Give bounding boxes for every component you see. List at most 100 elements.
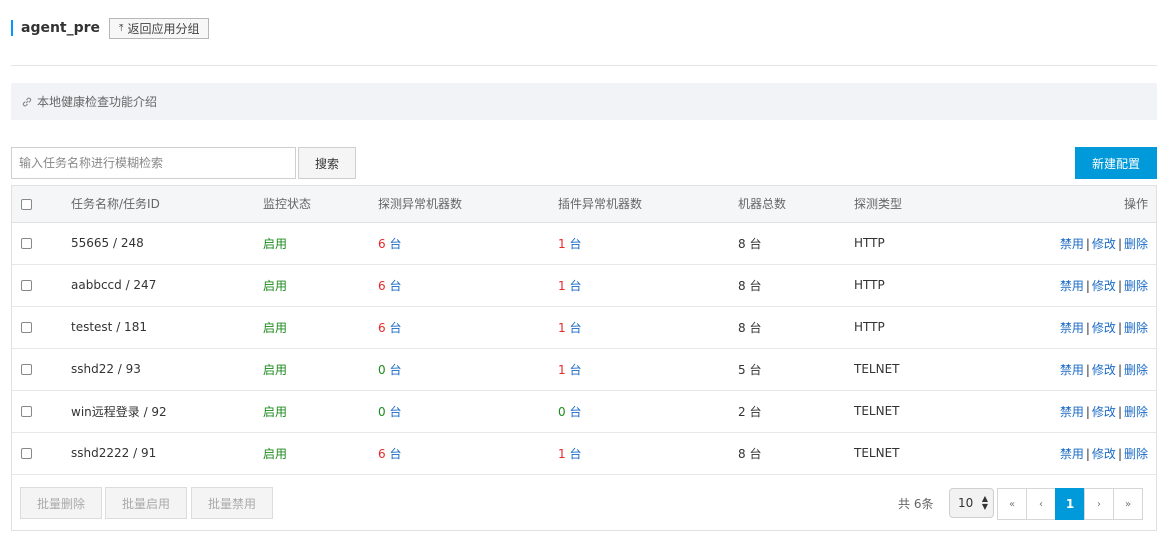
plugin-abnormal-unit-link[interactable]: 台 (569, 237, 581, 251)
delete-link[interactable]: 删除 (1124, 363, 1148, 377)
action-separator: | (1085, 446, 1090, 461)
row-checkbox[interactable] (21, 364, 32, 375)
row-checkbox[interactable] (21, 238, 32, 249)
delete-link[interactable]: 删除 (1124, 237, 1148, 251)
row-checkbox[interactable] (21, 322, 32, 333)
search-input[interactable] (11, 147, 296, 179)
row-checkbox[interactable] (21, 406, 32, 417)
probe-type: TELNET (854, 390, 984, 433)
delete-link[interactable]: 删除 (1124, 321, 1148, 335)
plugin-abnormal-unit-link[interactable]: 台 (569, 279, 581, 293)
bulk-enable-button[interactable]: 批量启用 (105, 487, 187, 519)
action-separator: | (1085, 278, 1090, 293)
col-header-status: 监控状态 (263, 186, 378, 223)
action-separator: | (1117, 320, 1122, 335)
action-separator: | (1085, 320, 1090, 335)
probe-type: TELNET (854, 348, 984, 391)
plugin-abnormal-unit-link[interactable]: 台 (569, 321, 581, 335)
monitor-status: 启用 (263, 306, 378, 349)
probe-abnormal-count: 6 (378, 278, 386, 293)
task-table: 任务名称/任务ID 监控状态 探测异常机器数 插件异常机器数 机器总数 探测类型… (12, 186, 1156, 475)
probe-type: HTTP (854, 264, 984, 307)
row-checkbox[interactable] (21, 280, 32, 291)
intro-link-text[interactable]: 本地健康检查功能介绍 (37, 93, 157, 110)
probe-abnormal-unit-link[interactable]: 台 (389, 279, 401, 293)
last-page-button[interactable]: » (1113, 488, 1143, 520)
monitor-status: 启用 (263, 432, 378, 475)
table-header-row: 任务名称/任务ID 监控状态 探测异常机器数 插件异常机器数 机器总数 探测类型… (12, 186, 1156, 223)
task-name-id: win远程登录 / 92 (71, 390, 263, 433)
back-to-group-button[interactable]: ⤒ 返回应用分组 (109, 17, 210, 39)
machine-total: 5 台 (738, 348, 854, 391)
disable-link[interactable]: 禁用 (1060, 405, 1084, 419)
probe-abnormal-cell: 6 台 (378, 306, 558, 349)
intro-banner[interactable]: 本地健康检查功能介绍 (11, 83, 1157, 120)
col-header-name: 任务名称/任务ID (71, 186, 263, 223)
disable-link[interactable]: 禁用 (1060, 279, 1084, 293)
disable-link[interactable]: 禁用 (1060, 363, 1084, 377)
up-arrow-icon: ⤒ (119, 22, 124, 34)
machine-total: 8 台 (738, 222, 854, 265)
delete-link[interactable]: 删除 (1124, 279, 1148, 293)
disable-link[interactable]: 禁用 (1060, 237, 1084, 251)
plugin-abnormal-unit-link[interactable]: 台 (569, 405, 581, 419)
task-name-id: sshd2222 / 91 (71, 432, 263, 475)
delete-link[interactable]: 删除 (1124, 405, 1148, 419)
plugin-abnormal-cell: 1 台 (558, 222, 738, 265)
link-icon (21, 96, 33, 108)
row-actions: 禁用 | 修改 | 删除 (984, 348, 1156, 391)
disable-link[interactable]: 禁用 (1060, 447, 1084, 461)
probe-abnormal-cell: 6 台 (378, 432, 558, 475)
edit-link[interactable]: 修改 (1092, 363, 1116, 377)
table-row: 55665 / 248 启用 6 台1 台8 台 HTTP 禁用 | 修改 | 删除 (12, 222, 1156, 265)
probe-abnormal-unit-link[interactable]: 台 (389, 363, 401, 377)
table-row: aabbccd / 247 启用 6 台1 台8 台 HTTP 禁用 | 修改 | 删除 (12, 264, 1156, 307)
current-page-button[interactable]: 1 (1055, 488, 1085, 520)
bulk-delete-button[interactable]: 批量删除 (20, 487, 102, 519)
probe-abnormal-unit-link[interactable]: 台 (389, 447, 401, 461)
probe-abnormal-unit-link[interactable]: 台 (389, 237, 401, 251)
edit-link[interactable]: 修改 (1092, 237, 1116, 251)
plugin-abnormal-count: 0 (558, 404, 566, 419)
plugin-abnormal-cell: 1 台 (558, 306, 738, 349)
disable-link[interactable]: 禁用 (1060, 321, 1084, 335)
new-config-button[interactable]: 新建配置 (1075, 147, 1157, 179)
page-title: agent_pre (21, 20, 101, 36)
probe-abnormal-unit-link[interactable]: 台 (389, 405, 401, 419)
probe-abnormal-count: 6 (378, 236, 386, 251)
first-page-button[interactable]: « (997, 488, 1027, 520)
plugin-abnormal-count: 1 (558, 362, 566, 377)
page-size-value: 10 (958, 496, 974, 510)
plugin-abnormal-cell: 1 台 (558, 348, 738, 391)
edit-link[interactable]: 修改 (1092, 405, 1116, 419)
col-header-type: 探测类型 (854, 186, 984, 223)
search-button[interactable]: 搜索 (298, 147, 356, 179)
col-header-plugin-abnormal: 插件异常机器数 (558, 186, 738, 223)
bulk-disable-button[interactable]: 批量禁用 (191, 487, 273, 519)
edit-link[interactable]: 修改 (1092, 279, 1116, 293)
edit-link[interactable]: 修改 (1092, 447, 1116, 461)
delete-link[interactable]: 删除 (1124, 447, 1148, 461)
table-footer: 批量删除 批量启用 批量禁用 共 6条 10 ▲ ▼ « ‹ 1 › » (12, 480, 1156, 530)
row-checkbox[interactable] (21, 448, 32, 459)
page-size-select[interactable]: 10 ▲ ▼ (949, 488, 994, 518)
probe-type: HTTP (854, 306, 984, 349)
action-separator: | (1085, 404, 1090, 419)
plugin-abnormal-unit-link[interactable]: 台 (569, 447, 581, 461)
probe-abnormal-count: 0 (378, 362, 386, 377)
probe-abnormal-cell: 6 台 (378, 264, 558, 307)
select-all-checkbox[interactable] (21, 198, 32, 210)
action-separator: | (1117, 236, 1122, 251)
col-header-actions: 操作 (984, 186, 1156, 223)
action-separator: | (1117, 278, 1122, 293)
next-page-button[interactable]: › (1084, 488, 1114, 520)
task-name-id: testest / 181 (71, 306, 263, 349)
row-actions: 禁用 | 修改 | 删除 (984, 264, 1156, 307)
probe-abnormal-unit-link[interactable]: 台 (389, 321, 401, 335)
task-name-id: sshd22 / 93 (71, 348, 263, 391)
action-separator: | (1085, 236, 1090, 251)
edit-link[interactable]: 修改 (1092, 321, 1116, 335)
prev-page-button[interactable]: ‹ (1026, 488, 1056, 520)
plugin-abnormal-unit-link[interactable]: 台 (569, 363, 581, 377)
probe-abnormal-count: 0 (378, 404, 386, 419)
